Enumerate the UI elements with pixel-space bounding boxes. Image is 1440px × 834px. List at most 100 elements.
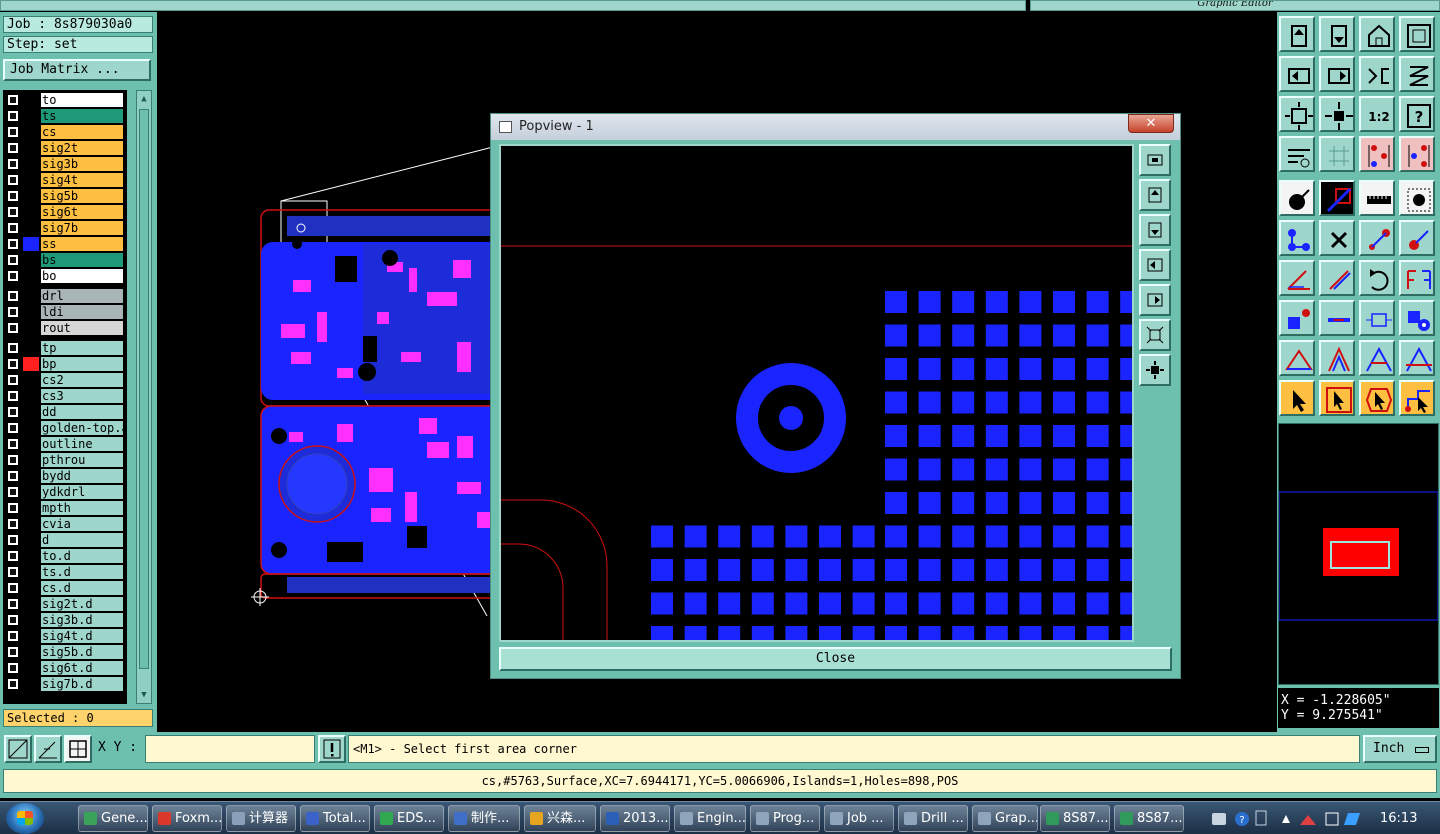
taskbar-item[interactable]: Prog... (750, 805, 820, 832)
pan-right-button[interactable] (1139, 284, 1171, 316)
layer-color-swatch[interactable] (23, 321, 39, 335)
taskbar-item[interactable]: 8S87... (1114, 805, 1184, 832)
taskbar-item[interactable]: Foxm... (152, 805, 222, 832)
layer-row[interactable]: sig7b (3, 220, 127, 236)
taskbar-item[interactable]: 计算器 (226, 805, 296, 832)
popview-canvas[interactable] (499, 144, 1134, 642)
layer-name[interactable]: sig3b (41, 157, 123, 171)
select-pad-tool[interactable] (1279, 180, 1315, 216)
layer-row[interactable]: sig6t (3, 204, 127, 220)
triangle-tool[interactable] (1279, 340, 1315, 376)
layer-color-swatch[interactable] (23, 485, 39, 499)
layer-row[interactable]: d (3, 532, 127, 548)
color-tool[interactable] (1319, 180, 1355, 216)
layer-checkbox[interactable] (7, 270, 19, 282)
layer-row[interactable]: mpth (3, 500, 127, 516)
layer-checkbox[interactable] (7, 678, 19, 690)
layer-row[interactable]: dd (3, 404, 127, 420)
layer-checkbox[interactable] (7, 566, 19, 578)
snap-center-button[interactable] (64, 735, 92, 763)
taskbar-item[interactable]: 制作... (448, 805, 520, 832)
taskbar-item[interactable]: 2013... (600, 805, 670, 832)
scroll-up-icon[interactable]: ▲ (139, 93, 149, 105)
layer-checkbox[interactable] (7, 222, 19, 234)
delete-tool[interactable] (1319, 220, 1355, 256)
layer-checkbox[interactable] (7, 374, 19, 386)
layer-name[interactable]: rout (41, 321, 123, 335)
layer-checkbox[interactable] (7, 142, 19, 154)
layer-color-swatch[interactable] (23, 549, 39, 563)
zoom-fit-tool[interactable] (1279, 96, 1315, 132)
layer-row[interactable]: cs (3, 124, 127, 140)
flip-tool[interactable] (1399, 260, 1435, 296)
layer-color-swatch[interactable] (23, 141, 39, 155)
layer-name[interactable]: bs (41, 253, 123, 267)
layer-color-swatch[interactable] (23, 357, 39, 371)
layer-row[interactable]: sig4t (3, 172, 127, 188)
layer-row[interactable]: pthrou (3, 452, 127, 468)
layer-name[interactable]: sig3b.d (41, 613, 123, 627)
layer-checkbox[interactable] (7, 614, 19, 626)
rotate-tool[interactable] (1359, 260, 1395, 296)
layer-color-swatch[interactable] (23, 533, 39, 547)
layer-name[interactable]: sig7b (41, 221, 123, 235)
layer-color-swatch[interactable] (23, 565, 39, 579)
layer-row[interactable]: cs2 (3, 372, 127, 388)
layer-color-swatch[interactable] (23, 661, 39, 675)
minus-line-tool[interactable] (1319, 300, 1355, 336)
layer-row[interactable]: sig4t.d (3, 628, 127, 644)
layer-row[interactable]: bydd (3, 468, 127, 484)
layer-name[interactable]: cvia (41, 517, 123, 531)
layer-checkbox[interactable] (7, 342, 19, 354)
layer-name[interactable]: drl (41, 289, 123, 303)
layer-row[interactable]: outline (3, 436, 127, 452)
layer-color-swatch[interactable] (23, 469, 39, 483)
layer-checkbox[interactable] (7, 438, 19, 450)
layer-color-swatch[interactable] (23, 125, 39, 139)
layer-name[interactable]: ldi (41, 305, 123, 319)
layer-color-swatch[interactable] (23, 189, 39, 203)
layer-row[interactable]: sig3b (3, 156, 127, 172)
pan-left-tool[interactable] (1279, 56, 1315, 92)
zoom-window-button[interactable] (1139, 144, 1171, 176)
layer-name[interactable]: sig5b.d (41, 645, 123, 659)
scroll-down-icon[interactable]: ▼ (139, 689, 149, 701)
layer-row[interactable]: sig5b (3, 188, 127, 204)
mirror-tool[interactable] (1359, 56, 1395, 92)
close-icon[interactable]: ✕ (1128, 114, 1174, 133)
layer-row[interactable]: ts (3, 108, 127, 124)
fit-view-tool[interactable] (1399, 16, 1435, 52)
layer-row[interactable]: ldi (3, 304, 127, 320)
layer-color-swatch[interactable] (23, 341, 39, 355)
layer-row[interactable]: bs (3, 252, 127, 268)
pan-down-tool[interactable] (1319, 16, 1355, 52)
layer-row[interactable]: ts.d (3, 564, 127, 580)
snap-tool[interactable] (1359, 136, 1395, 172)
arc-measure-tool[interactable] (1399, 340, 1435, 376)
layer-row[interactable]: ss (3, 236, 127, 252)
layer-color-swatch[interactable] (23, 205, 39, 219)
layer-name[interactable]: tp (41, 341, 123, 355)
layer-row[interactable]: sig2t (3, 140, 127, 156)
layer-color-swatch[interactable] (23, 109, 39, 123)
layer-name[interactable]: cs (41, 125, 123, 139)
layer-checkbox[interactable] (7, 518, 19, 530)
layer-color-swatch[interactable] (23, 173, 39, 187)
arc-fill-tool[interactable] (1359, 340, 1395, 376)
layer-name[interactable]: dd (41, 405, 123, 419)
layer-list-scrollbar[interactable]: ▲ ▼ (136, 90, 152, 704)
layer-name[interactable]: ydkdrl (41, 485, 123, 499)
layer-checkbox[interactable] (7, 290, 19, 302)
layer-name[interactable]: golden-top.a (41, 421, 123, 435)
layer-color-swatch[interactable] (23, 517, 39, 531)
layer-name[interactable]: to.d (41, 549, 123, 563)
layer-name[interactable]: sig7b.d (41, 677, 123, 691)
layer-checkbox[interactable] (7, 630, 19, 642)
stretch-tool[interactable] (1359, 300, 1395, 336)
taskbar-item[interactable]: Engin... (674, 805, 746, 832)
pan-left-button[interactable] (1139, 249, 1171, 281)
layer-checkbox[interactable] (7, 158, 19, 170)
layer-checkbox[interactable] (7, 550, 19, 562)
layer-name[interactable]: bydd (41, 469, 123, 483)
taskbar-item[interactable]: EDS... (374, 805, 444, 832)
